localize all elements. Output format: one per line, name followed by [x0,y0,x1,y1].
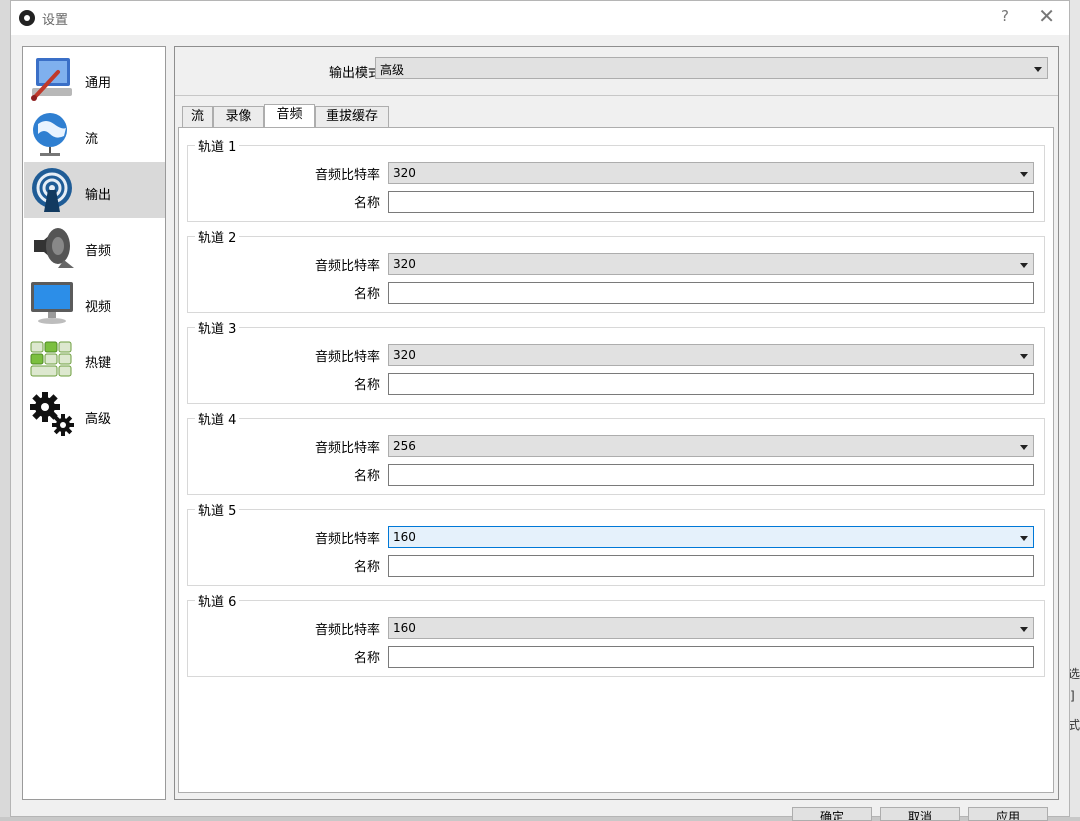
chevron-down-icon [1020,536,1028,541]
title-bar: 设置 ? ✕ [11,1,1069,35]
chevron-down-icon [1020,354,1028,359]
name-label: 名称 [353,469,380,484]
output-broadcast-icon [32,168,72,212]
sidebar-item-label: 热键 [85,356,112,371]
settings-dialog: 设置 ? ✕ 通用 流 输出 音频 视频 热键 高级 输出模式 高级 流 录像 … [10,0,1070,821]
sidebar-item-stream[interactable]: 流 [24,106,165,162]
help-button[interactable]: ? [1001,7,1009,25]
sidebar-item-hotkeys[interactable]: 热键 [24,330,165,386]
cancel-button[interactable]: 取消 [880,807,960,821]
track-title: 轨道 6 [195,591,240,610]
audio-speaker-icon [34,228,74,268]
hotkeys-keyboard-icon [30,341,72,377]
sidebar-item-video[interactable]: 视频 [24,274,165,330]
track-name-input[interactable] [388,373,1034,395]
track-group: 轨道 1 音频比特率 320 名称 [187,136,1045,222]
bitrate-select[interactable]: 320 [388,162,1034,184]
window-title: 设置 [42,13,69,28]
obs-logo-icon [19,10,35,26]
track-group: 轨道 6 音频比特率 160 名称 [187,591,1045,677]
apply-button[interactable]: 应用 [968,807,1048,821]
sidebar-item-label: 流 [85,132,99,147]
ok-button[interactable]: 确定 [792,807,872,821]
output-settings-panel: 输出模式 高级 流 录像 音频 重拔缓存 轨道 1 音频比特率 320 名称 轨… [174,46,1059,800]
name-label: 名称 [353,560,380,575]
sidebar-item-output[interactable]: 输出 [24,162,165,218]
track-group: 轨道 2 音频比特率 320 名称 [187,227,1045,313]
track-title: 轨道 4 [195,409,240,428]
track-title: 轨道 1 [195,136,240,155]
audio-tab-content: 轨道 1 音频比特率 320 名称 轨道 2 音频比特率 320 名称 轨道 3… [178,127,1054,793]
sidebar-item-label: 视频 [85,300,112,315]
background-window-strip [0,0,10,817]
name-label: 名称 [353,378,380,393]
tab-recording[interactable]: 录像 [213,106,264,127]
general-settings-icon [31,58,72,101]
output-mode-value: 高级 [380,63,405,77]
sidebar-item-label: 高级 [85,412,112,427]
bitrate-value: 160 [393,621,416,635]
chevron-down-icon [1020,445,1028,450]
bitrate-label: 音频比特率 [314,350,380,365]
sidebar-item-label: 音频 [85,244,112,259]
name-label: 名称 [353,651,380,666]
tab-audio[interactable]: 音频 [264,104,315,128]
track-name-input[interactable] [388,555,1034,577]
video-monitor-icon [31,282,73,324]
settings-sidebar: 通用 流 输出 音频 视频 热键 高级 [22,46,166,800]
sidebar-item-advanced[interactable]: 高级 [24,386,165,442]
advanced-gears-icon [30,392,74,436]
bitrate-label: 音频比特率 [314,623,380,638]
close-button[interactable]: ✕ [1038,4,1055,28]
track-title: 轨道 5 [195,500,240,519]
track-group: 轨道 3 音频比特率 320 名称 [187,318,1045,404]
bitrate-label: 音频比特率 [314,168,380,183]
track-name-input[interactable] [388,646,1034,668]
track-group: 轨道 4 音频比特率 256 名称 [187,409,1045,495]
track-name-input[interactable] [388,191,1034,213]
stream-globe-icon [33,113,67,156]
chevron-down-icon [1020,172,1028,177]
track-name-input[interactable] [388,464,1034,486]
track-group: 轨道 5 音频比特率 160 名称 [187,500,1045,586]
name-label: 名称 [353,287,380,302]
bitrate-value: 320 [393,348,416,362]
sidebar-item-general[interactable]: 通用 [24,50,165,106]
bitrate-value: 320 [393,166,416,180]
tab-replay-buffer[interactable]: 重拔缓存 [315,106,389,127]
bitrate-label: 音频比特率 [314,441,380,456]
track-title: 轨道 3 [195,318,240,337]
output-mode-row: 输出模式 高级 [175,47,1058,96]
bitrate-value: 160 [393,530,416,544]
chevron-down-icon [1034,67,1042,72]
track-name-input[interactable] [388,282,1034,304]
bitrate-value: 256 [393,439,416,453]
output-mode-select[interactable]: 高级 [375,57,1048,79]
chevron-down-icon [1020,263,1028,268]
bitrate-select[interactable]: 256 [388,435,1034,457]
bitrate-select[interactable]: 160 [388,526,1034,548]
track-title: 轨道 2 [195,227,240,246]
bitrate-select[interactable]: 320 [388,253,1034,275]
chevron-down-icon [1020,627,1028,632]
bitrate-select[interactable]: 320 [388,344,1034,366]
sidebar-item-label: 通用 [85,76,112,91]
sidebar-item-audio[interactable]: 音频 [24,218,165,274]
name-label: 名称 [353,196,380,211]
output-mode-label: 输出模式 [328,66,381,81]
bitrate-label: 音频比特率 [314,532,380,547]
background-text-fragment: ] [1070,689,1075,703]
bitrate-select[interactable]: 160 [388,617,1034,639]
tab-stream[interactable]: 流 [182,106,213,127]
bitrate-label: 音频比特率 [314,259,380,274]
sidebar-item-label: 输出 [85,188,112,203]
bitrate-value: 320 [393,257,416,271]
